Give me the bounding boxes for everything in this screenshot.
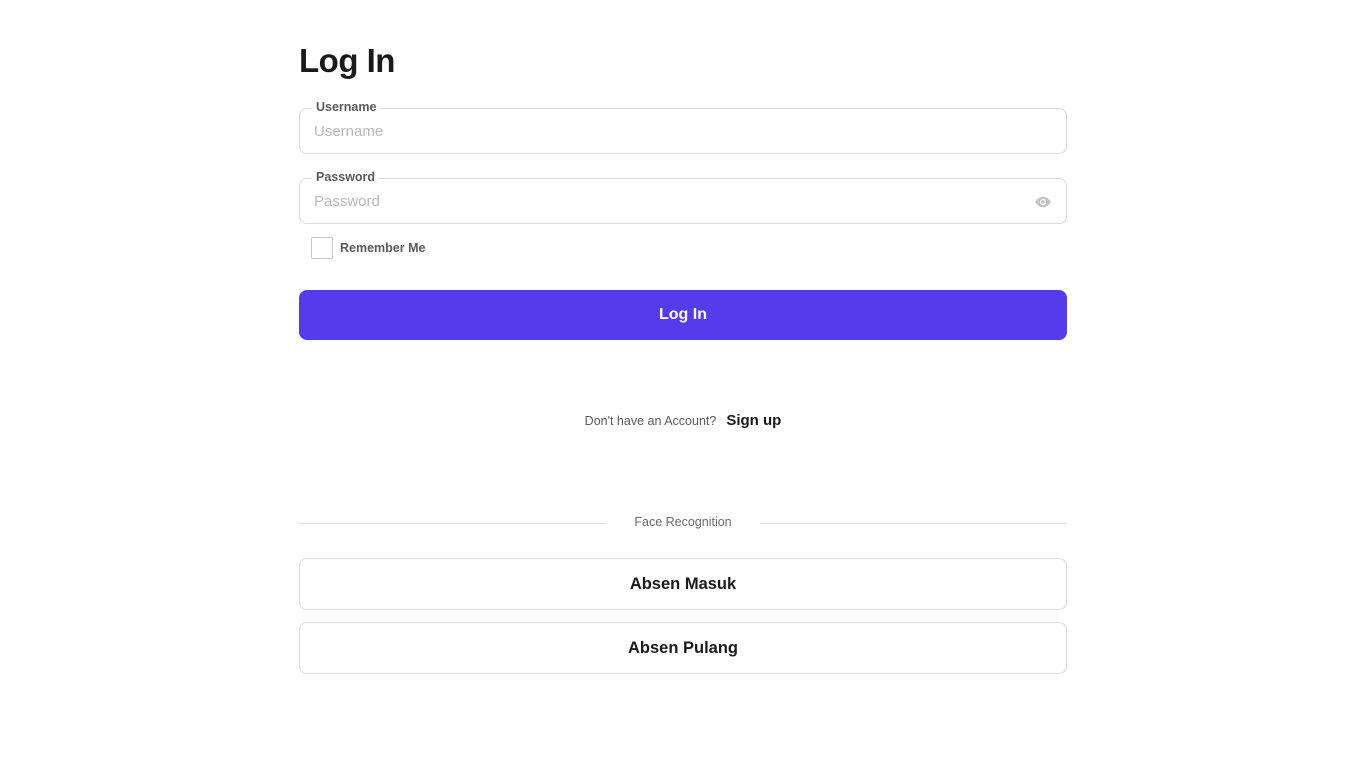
divider-line-left [299,523,606,524]
remember-me-row: Remember Me [311,237,425,259]
password-input[interactable] [314,179,1014,223]
eye-icon[interactable] [1034,193,1052,211]
page-title: Log In [299,42,395,79]
divider-line-right [760,523,1067,524]
username-field[interactable]: Username [299,100,1067,154]
signup-prompt: Don't have an Account? [584,414,717,428]
remember-me-label: Remember Me [340,241,426,255]
absen-pulang-button[interactable]: Absen Pulang [299,622,1067,674]
password-field[interactable]: Password [299,170,1067,224]
login-button[interactable]: Log In [299,290,1067,340]
username-input[interactable] [314,109,1014,153]
remember-me-checkbox[interactable] [311,237,333,259]
signup-link[interactable]: Sign up [726,412,781,429]
face-recognition-divider: Face Recognition [299,513,1067,533]
signup-row: Don't have an Account? Sign up [299,412,1067,429]
divider-label: Face Recognition [634,515,732,529]
absen-masuk-button[interactable]: Absen Masuk [299,558,1067,610]
